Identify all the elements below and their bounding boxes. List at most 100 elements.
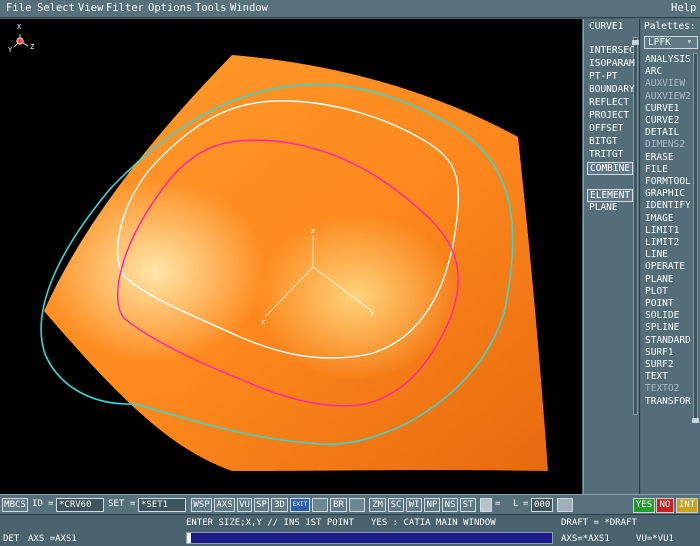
l-equals: = xyxy=(523,499,529,509)
zm-button[interactable]: ZM xyxy=(369,498,386,512)
palette-item-image[interactable]: IMAGE xyxy=(645,213,674,224)
br-button[interactable]: BR xyxy=(330,498,347,512)
function-item-plane[interactable]: PLANE xyxy=(589,202,618,213)
axs-status: AXS =AXS1 xyxy=(28,534,77,544)
function-item-pt-pt[interactable]: PT-PT xyxy=(589,71,618,82)
int-button[interactable]: INT xyxy=(676,498,698,513)
function-item-intersec[interactable]: INTERSEC xyxy=(589,45,635,56)
id-field[interactable]: *CRV60 xyxy=(56,498,104,512)
palette-item-solide[interactable]: SOLIDE xyxy=(645,310,679,321)
palette-item-formtool[interactable]: FORMTOOL xyxy=(645,176,691,187)
sc-button[interactable]: SC xyxy=(388,498,404,512)
palettes-scrollbar-thumb[interactable] xyxy=(692,418,699,423)
grid-icon[interactable] xyxy=(349,498,365,512)
palette-item-detail[interactable]: DETAIL xyxy=(645,127,679,138)
menu-tools[interactable]: Tools xyxy=(195,2,227,14)
exit-button[interactable]: EXIT xyxy=(290,498,310,512)
svg-text:y: y xyxy=(370,309,374,317)
palette-item-spline[interactable]: SPLINE xyxy=(645,322,679,333)
compass-origin xyxy=(16,37,24,45)
palette-item-operate[interactable]: OPERATE xyxy=(645,261,685,272)
palette-item-point[interactable]: POINT xyxy=(645,298,674,309)
set-field[interactable]: *SET1 xyxy=(138,498,186,512)
palette-item-texto2[interactable]: TEXTO2 xyxy=(645,383,679,394)
palette-item-limit1[interactable]: LIMIT1 xyxy=(645,225,679,236)
palettes-title: Palettes: xyxy=(644,21,696,32)
function-item-combine[interactable]: COMBINE xyxy=(587,162,634,175)
status-bar: ENTER SIZE;X,Y // INS 1ST POINT YES : CA… xyxy=(0,514,700,546)
palette-item-dimens2[interactable]: DIMENS2 xyxy=(645,139,685,150)
palettes-scrollbar[interactable] xyxy=(692,53,699,423)
print-icon[interactable] xyxy=(312,498,328,512)
palette-item-curve1[interactable]: CURVE1 xyxy=(645,103,679,114)
palette-item-plot[interactable]: PLOT xyxy=(645,286,668,297)
ns-button[interactable]: NS xyxy=(442,498,458,512)
palette-item-standard[interactable]: STANDARD xyxy=(645,335,691,346)
function-item-reflect[interactable]: REFLECT xyxy=(589,97,629,108)
chevron-down-icon: ▾ xyxy=(687,37,692,46)
menu-filter[interactable]: Filter xyxy=(106,2,144,14)
axis-label-z: Z xyxy=(30,43,35,51)
l-field[interactable]: 000 xyxy=(531,498,553,512)
palette-item-line[interactable]: LINE xyxy=(645,249,668,260)
palette-item-plane[interactable]: PLANE xyxy=(645,274,674,285)
palette-item-curve2[interactable]: CURVE2 xyxy=(645,115,679,126)
menu-select[interactable]: Select xyxy=(37,2,75,14)
function-panel: CURVE1 INTERSEC ISOPARAM PT-PT BOUNDARY REFL… xyxy=(583,19,640,494)
function-item-tritgt[interactable]: TRITGT xyxy=(589,149,623,160)
st-button[interactable]: ST xyxy=(460,498,476,512)
vu-current: VU=*VU1 xyxy=(636,534,674,544)
set-equals: = xyxy=(130,499,136,509)
function-item-isoparam[interactable]: ISOPARAM xyxy=(589,58,635,69)
palette-item-auxview[interactable]: AUXVIEW xyxy=(645,78,685,89)
menu-view[interactable]: View xyxy=(78,2,103,14)
id-label: ID xyxy=(32,499,43,509)
palette-item-transfor[interactable]: TRANSFOR xyxy=(645,396,691,407)
command-progress-bar xyxy=(186,532,553,544)
wi-button[interactable]: WI xyxy=(406,498,422,512)
palette-item-auxview2[interactable]: AUXVIEW2 xyxy=(645,91,691,102)
palette-item-file[interactable]: FILE xyxy=(645,164,668,175)
prompt-text: ENTER SIZE;X,Y // INS 1ST POINT xyxy=(186,518,354,528)
function-item-project[interactable]: PROJECT xyxy=(589,110,629,121)
axis-label-x: X xyxy=(17,23,22,31)
palette-item-identify[interactable]: IDENTIFY xyxy=(645,200,691,211)
window-message: YES : CATIA MAIN WINDOW xyxy=(371,518,496,528)
mbcs-button[interactable]: MBCS xyxy=(2,498,28,512)
menu-window[interactable]: Window xyxy=(230,2,268,14)
3d-button[interactable]: 3D xyxy=(271,498,288,512)
no-button[interactable]: NO xyxy=(656,498,674,513)
function-item-bitgt[interactable]: BITGT xyxy=(589,136,618,147)
menu-help[interactable]: Help xyxy=(671,2,696,14)
keyboard-icon[interactable] xyxy=(557,498,573,512)
menu-options[interactable]: Options xyxy=(148,2,192,14)
function-item-element[interactable]: ELEMENT xyxy=(587,189,634,202)
axs-button[interactable]: AXS xyxy=(214,498,235,512)
palette-item-surf1[interactable]: SURF1 xyxy=(645,347,674,358)
draft-status: DRAFT = *DRAFT xyxy=(561,518,637,528)
palette-item-analysis[interactable]: ANALYSIS xyxy=(645,54,691,65)
menu-file[interactable]: File xyxy=(6,2,31,14)
palette-item-erase[interactable]: ERASE xyxy=(645,152,674,163)
palette-item-arc[interactable]: ARC xyxy=(645,66,662,77)
palette-item-graphic[interactable]: GRAPHIC xyxy=(645,188,685,199)
palette-selector[interactable]: LPFK ▾ xyxy=(644,36,698,49)
wsp-button[interactable]: WSP xyxy=(191,498,212,512)
palette-item-limit2[interactable]: LIMIT2 xyxy=(645,237,679,248)
sp-button[interactable]: SP xyxy=(254,498,269,512)
yes-button[interactable]: YES xyxy=(633,498,655,513)
cylinder-icon[interactable] xyxy=(480,498,492,512)
dash-icon: = xyxy=(495,499,501,509)
palette-item-surf2[interactable]: SURF2 xyxy=(645,359,674,370)
3d-viewport[interactable]: x z y X Y Z xyxy=(0,19,582,494)
id-equals: = xyxy=(48,499,54,509)
palette-item-text[interactable]: TEXT xyxy=(645,371,668,382)
vu-button[interactable]: VU xyxy=(237,498,252,512)
function-item-offset[interactable]: OFFSET xyxy=(589,123,623,134)
progress-fill xyxy=(187,533,191,543)
function-item-boundary[interactable]: BOUNDARY xyxy=(589,84,635,95)
np-button[interactable]: NP xyxy=(424,498,440,512)
menu-bar: File Select View Filter Options Tools Wi… xyxy=(0,0,700,18)
set-label: SET xyxy=(108,499,125,509)
svg-text:x: x xyxy=(311,227,315,235)
